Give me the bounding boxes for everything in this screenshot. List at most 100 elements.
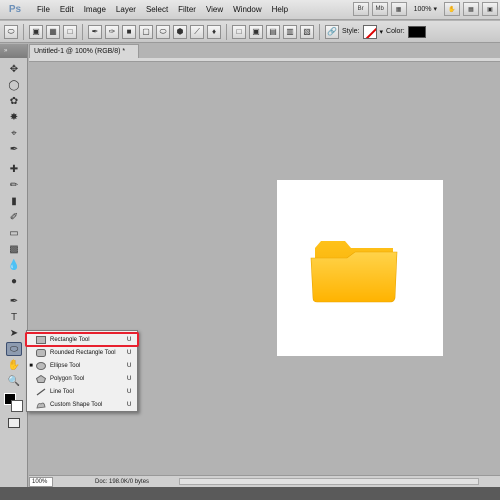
flyout-label: Ellipse Tool: [50, 362, 81, 369]
tools-panel-header[interactable]: »: [0, 44, 27, 58]
dodge-tool-icon[interactable]: ●: [6, 274, 22, 288]
healing-brush-tool-icon[interactable]: ✚: [6, 162, 22, 176]
blur-tool-icon[interactable]: 💧: [6, 258, 22, 272]
separator: [23, 23, 24, 40]
menu-bar: Ps File Edit Image Layer Select Filter V…: [0, 0, 500, 20]
type-tool-icon[interactable]: T: [6, 310, 22, 324]
menu-edit[interactable]: Edit: [55, 0, 79, 20]
marquee-tool-icon[interactable]: ◯: [6, 78, 22, 92]
hand-icon[interactable]: ✋: [444, 2, 460, 16]
polygon-shape-icon[interactable]: ⬢: [173, 24, 187, 39]
menu-window[interactable]: Window: [228, 0, 266, 20]
photoshop-logo: Ps: [8, 4, 22, 15]
custom-shape-icon: [35, 400, 47, 410]
flyout-shortcut: U: [127, 401, 132, 408]
style-dropdown-arrow[interactable]: ▾: [380, 28, 384, 36]
line-shape-icon[interactable]: ⟋: [190, 24, 204, 39]
document-info[interactable]: Doc: 198.0K/0 bytes: [95, 479, 149, 485]
quick-selection-tool-icon[interactable]: ✸: [6, 110, 22, 124]
bottom-strip: [0, 487, 500, 500]
menu-view[interactable]: View: [201, 0, 228, 20]
document-canvas[interactable]: [277, 180, 443, 356]
ellipse-shape-icon[interactable]: ⬭: [156, 24, 170, 39]
flyout-label: Polygon Tool: [50, 375, 85, 382]
menu-filter[interactable]: Filter: [173, 0, 201, 20]
bridge-button[interactable]: Br: [352, 2, 369, 16]
tools-panel: » ✥ ◯ ✿ ✸ ⌖ ✒ ✚ ✏ ▮ ✐ ▭ ▩ 💧 ● ✒ T ➤ ⬭ ✋ …: [0, 44, 28, 487]
lasso-tool-icon[interactable]: ✿: [6, 94, 22, 108]
combine-add-icon[interactable]: ▣: [249, 24, 263, 39]
eyedropper-tool-icon[interactable]: ✒: [6, 142, 22, 156]
shape-tool-icon[interactable]: ⬭: [6, 342, 22, 356]
polygon-icon: [35, 374, 47, 384]
combine-subtract-icon[interactable]: ▤: [266, 24, 280, 39]
flyout-item-custom-shape[interactable]: Custom Shape Tool U: [27, 398, 137, 411]
history-brush-tool-icon[interactable]: ✐: [6, 210, 22, 224]
combine-intersect-icon[interactable]: ▥: [283, 24, 297, 39]
link-icon[interactable]: 🔗: [325, 24, 339, 39]
status-zoom-field[interactable]: 100%: [29, 476, 53, 487]
zoom-level-select[interactable]: 100% ▾: [410, 2, 441, 16]
style-swatch[interactable]: [362, 24, 377, 39]
separator: [319, 23, 320, 40]
background-color-swatch[interactable]: [11, 400, 23, 412]
fill-pixels-icon[interactable]: □: [63, 24, 77, 39]
freeform-pen-icon[interactable]: ✑: [105, 24, 119, 39]
hand-tool-icon[interactable]: ✋: [6, 358, 22, 372]
rectangle-tool-highlight: [25, 332, 139, 347]
arrange-documents-icon[interactable]: ▦: [463, 2, 479, 16]
separator: [82, 23, 83, 40]
menu-layer[interactable]: Layer: [111, 0, 141, 20]
flyout-shortcut: U: [127, 375, 132, 382]
tool-preset-icon[interactable]: ⬭: [4, 24, 18, 39]
view-extras-icon[interactable]: ▦: [390, 2, 407, 16]
combine-exclude-icon[interactable]: ▧: [300, 24, 314, 39]
brush-tool-icon[interactable]: ✏: [6, 178, 22, 192]
flyout-item-rounded-rectangle[interactable]: Rounded Rectangle Tool U: [27, 346, 137, 359]
flyout-item-line[interactable]: Line Tool U: [27, 385, 137, 398]
eraser-tool-icon[interactable]: ▭: [6, 226, 22, 240]
quick-mask-icon[interactable]: [8, 418, 20, 428]
menu-help[interactable]: Help: [267, 0, 293, 20]
clone-stamp-tool-icon[interactable]: ▮: [6, 194, 22, 208]
folder-icon: [310, 241, 398, 303]
horizontal-scrollbar[interactable]: [179, 478, 479, 485]
ellipse-icon: [35, 361, 47, 371]
shape-layers-icon[interactable]: ▣: [29, 24, 43, 39]
shape-tool-flyout: Rectangle Tool U Rounded Rectangle Tool …: [25, 330, 139, 412]
flyout-item-ellipse[interactable]: ■ Ellipse Tool U: [27, 359, 137, 372]
path-selection-tool-icon[interactable]: ➤: [6, 326, 22, 340]
canvas-area[interactable]: [29, 62, 500, 475]
separator: [226, 23, 227, 40]
gradient-tool-icon[interactable]: ▩: [6, 242, 22, 256]
rounded-rectangle-icon: [35, 348, 47, 358]
menu-select[interactable]: Select: [141, 0, 173, 20]
move-tool-icon[interactable]: ✥: [6, 62, 22, 76]
crop-tool-icon[interactable]: ⌖: [6, 126, 22, 140]
zoom-tool-icon[interactable]: 🔍: [6, 374, 22, 388]
line-icon: [35, 387, 47, 397]
menu-file[interactable]: File: [32, 0, 55, 20]
rectangle-shape-icon[interactable]: ■: [122, 24, 136, 39]
options-bar: ⬭ ▣ ▦ □ ✒ ✑ ■ ▢ ⬭ ⬢ ⟋ ♦ □ ▣ ▤ ▥ ▧ 🔗 Styl…: [0, 21, 500, 43]
pen-icon[interactable]: ✒: [88, 24, 102, 39]
minibridge-button[interactable]: Mb: [371, 2, 388, 16]
active-bullet-icon: ■: [29, 362, 33, 369]
flyout-shortcut: U: [127, 349, 132, 356]
flyout-label: Rounded Rectangle Tool: [50, 349, 116, 356]
pen-tool-icon[interactable]: ✒: [6, 294, 22, 308]
custom-shape-icon[interactable]: ♦: [207, 24, 221, 39]
flyout-label: Line Tool: [50, 388, 74, 395]
flyout-shortcut: U: [127, 388, 132, 395]
color-swatch[interactable]: [407, 25, 426, 38]
menu-image[interactable]: Image: [79, 0, 111, 20]
document-tab[interactable]: Untitled-1 @ 100% (RGB/8) *: [29, 44, 139, 59]
paths-icon[interactable]: ▦: [46, 24, 60, 39]
screen-mode-icon[interactable]: ▣: [482, 2, 498, 16]
combine-new-icon[interactable]: □: [232, 24, 246, 39]
flyout-label: Custom Shape Tool: [50, 401, 103, 408]
status-bar: 100% Doc: 198.0K/0 bytes: [29, 475, 500, 487]
rounded-rectangle-shape-icon[interactable]: ▢: [139, 24, 153, 39]
flyout-item-polygon[interactable]: Polygon Tool U: [27, 372, 137, 385]
style-label: Style:: [342, 28, 360, 35]
